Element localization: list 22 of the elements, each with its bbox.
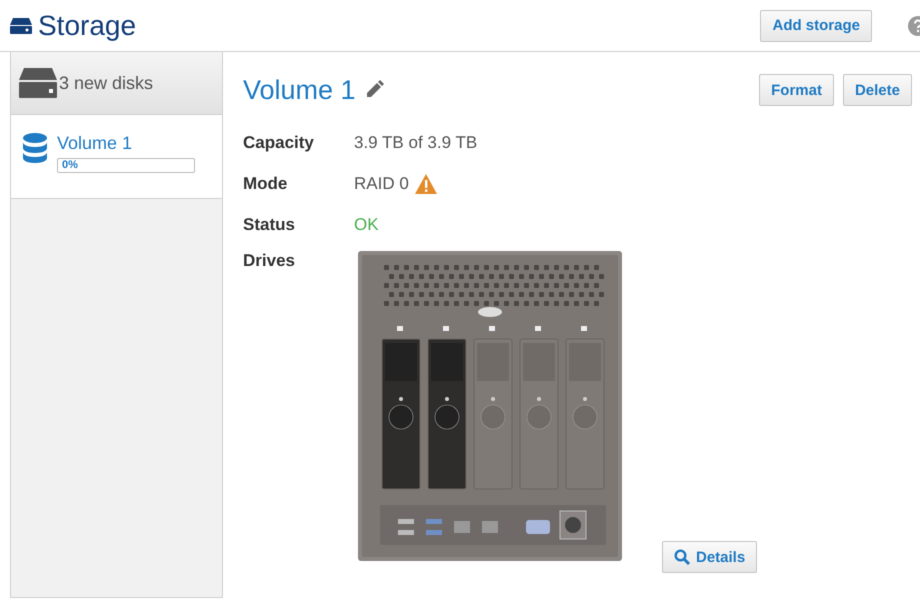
usage-percent: 0% bbox=[61, 159, 78, 172]
database-icon bbox=[23, 133, 47, 163]
volume-title: Volume 1 bbox=[243, 74, 356, 106]
storage-drive-icon bbox=[10, 18, 32, 34]
property-label: Mode bbox=[243, 174, 288, 194]
add-storage-button[interactable]: Add storage bbox=[760, 10, 872, 42]
property-value: RAID 0 bbox=[354, 174, 409, 194]
volume-action-button[interactable]: Delete bbox=[842, 74, 912, 106]
property-label: Status bbox=[243, 214, 296, 234]
volume-list-item[interactable]: Volume 1 0% bbox=[11, 115, 222, 199]
property-label: Drives bbox=[243, 250, 296, 271]
hard-disk-icon bbox=[19, 68, 57, 98]
details-button[interactable]: Details bbox=[662, 541, 758, 573]
property-value: OK bbox=[354, 214, 379, 234]
volume-action-button[interactable]: Format bbox=[759, 74, 834, 106]
new-disks-label: 3 new disks bbox=[59, 72, 154, 94]
volume-name: Volume 1 bbox=[57, 133, 134, 154]
warning-icon bbox=[414, 174, 437, 194]
page-title: Storage bbox=[38, 10, 138, 42]
property-label: Capacity bbox=[243, 132, 315, 152]
search-icon bbox=[674, 549, 690, 565]
property-value: 3.9 TB of 3.9 TB bbox=[354, 132, 478, 152]
